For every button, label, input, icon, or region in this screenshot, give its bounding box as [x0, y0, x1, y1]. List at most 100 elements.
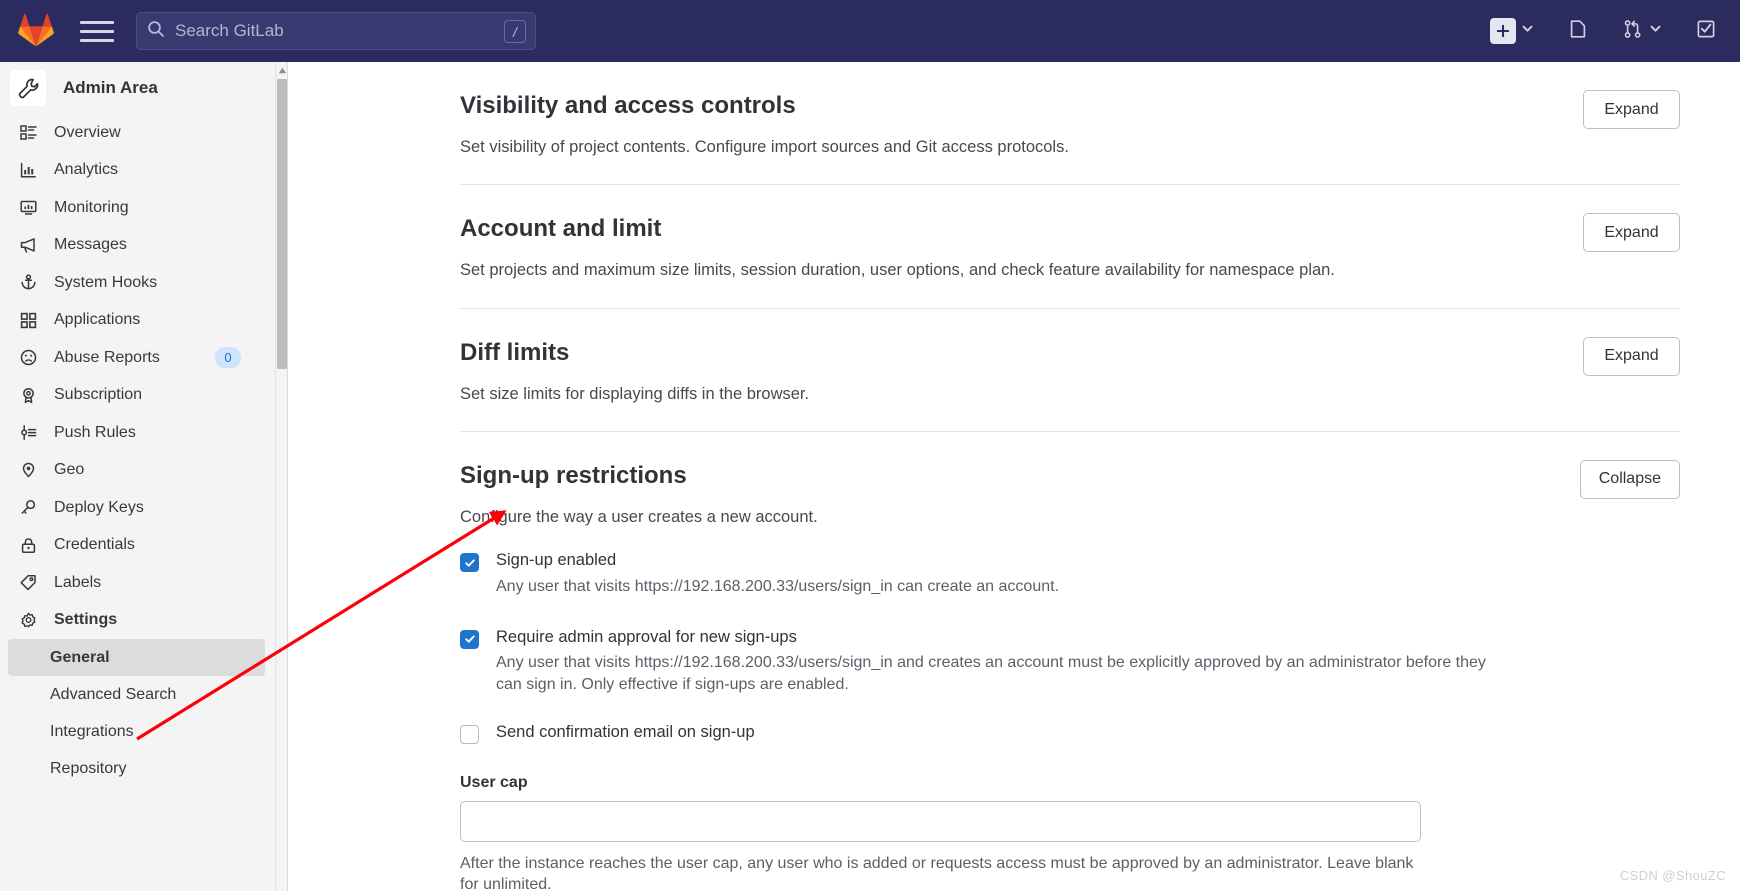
todo-check-icon: [1695, 18, 1717, 45]
subscription-icon: [18, 385, 38, 405]
sidebar-item-overview[interactable]: Overview: [0, 114, 275, 152]
sidebar-item-label: Labels: [54, 573, 102, 591]
sidebar-item-label: Settings: [54, 611, 118, 629]
chevron-down-icon: [1649, 22, 1662, 40]
sidebar-subitem-general[interactable]: General: [8, 639, 265, 676]
require-admin-approval-checkbox[interactable]: [460, 629, 479, 649]
top-navbar: /: [0, 0, 1740, 62]
merge-requests-button[interactable]: [1615, 11, 1669, 51]
expand-button-visibility[interactable]: Expand: [1583, 90, 1680, 129]
sidebar-item-label: Monitoring: [54, 198, 129, 216]
merge-request-icon: [1622, 18, 1644, 45]
section-title: Account and limit: [460, 215, 662, 243]
sidebar-item-label: Subscription: [54, 386, 143, 404]
sidebar-scrollbar-thumb[interactable]: [277, 79, 287, 369]
section-description: Set projects and maximum size limits, se…: [460, 261, 1335, 280]
push-rules-icon: [18, 423, 38, 443]
section-title: Sign-up restrictions: [460, 461, 687, 489]
scroll-up-arrow-icon[interactable]: [277, 64, 287, 76]
admin-sidebar: Admin Area Overview Analytics Monitoring…: [0, 62, 288, 891]
checkbox-help-text: Any user that visits https://192.168.200…: [496, 577, 1060, 595]
abuse-icon: [18, 348, 38, 368]
sidebar-item-abuse-reports[interactable]: Abuse Reports 0: [0, 339, 275, 377]
signup-enabled-checkbox[interactable]: [460, 553, 479, 573]
user-cap-label: User cap: [460, 773, 528, 791]
user-cap-input[interactable]: [460, 800, 1421, 842]
section-title: Visibility and access controls: [460, 92, 796, 119]
sidebar-subitem-repository[interactable]: Repository: [0, 750, 275, 787]
section-description: Configure the way a user creates a new a…: [460, 507, 818, 526]
section-description: Set size limits for displaying diffs in …: [460, 384, 810, 403]
sidebar-subitem-label: Integrations: [50, 722, 134, 740]
issues-icon: [1567, 18, 1589, 45]
section-title: Diff limits: [460, 338, 570, 366]
send-confirmation-email-checkbox[interactable]: [460, 724, 479, 744]
sidebar-item-settings[interactable]: Settings: [0, 602, 275, 640]
gitlab-logo-icon[interactable]: [18, 13, 54, 49]
navbar-actions: [1483, 0, 1724, 62]
sidebar-item-messages[interactable]: Messages: [0, 227, 275, 265]
sidebar-item-label: Applications: [54, 311, 141, 329]
expand-button-diff-limits[interactable]: Expand: [1583, 336, 1680, 376]
sidebar-item-label: Credentials: [54, 536, 135, 554]
sidebar-item-system-hooks[interactable]: System Hooks: [0, 264, 275, 302]
watermark: CSDN @ShouZC: [1619, 868, 1726, 883]
checkbox-label[interactable]: Require admin approval for new sign-ups: [496, 627, 1496, 648]
create-new-button[interactable]: [1483, 11, 1541, 51]
sidebar-subitem-label: General: [50, 648, 110, 666]
search-icon: [147, 20, 165, 43]
sidebar-item-credentials[interactable]: Credentials: [0, 527, 275, 565]
expand-button-account-limit[interactable]: Expand: [1583, 213, 1680, 253]
todos-button[interactable]: [1688, 11, 1724, 51]
sidebar-item-label: Analytics: [54, 161, 119, 179]
checkbox-row-signup-enabled: Sign-up enabled Any user that visits htt…: [460, 550, 1680, 598]
sidebar-subitem-advanced-search[interactable]: Advanced Search: [0, 676, 275, 713]
checkbox-row-send-confirmation-email: Send confirmation email on sign-up: [460, 722, 1680, 744]
section-account-and-limit: Account and limit Set projects and maxim…: [460, 185, 1680, 309]
sidebar-context-header[interactable]: Admin Area: [0, 62, 275, 114]
gear-icon: [18, 610, 38, 630]
megaphone-icon: [18, 235, 38, 255]
user-cap-help-text: After the instance reaches the user cap,…: [460, 854, 1414, 891]
section-visibility-and-access-controls: Visibility and access controls Set visib…: [460, 62, 1680, 186]
settings-main-content: Visibility and access controls Set visib…: [289, 62, 1740, 891]
collapse-button-signup[interactable]: Collapse: [1579, 459, 1680, 499]
sidebar-subitem-integrations[interactable]: Integrations: [0, 713, 275, 750]
sidebar-item-geo[interactable]: Geo: [0, 452, 275, 490]
wrench-icon: [10, 70, 46, 106]
chevron-down-icon: [1521, 22, 1534, 40]
checkbox-label[interactable]: Send confirmation email on sign-up: [496, 722, 755, 743]
sidebar-item-label: Messages: [54, 236, 127, 254]
abuse-reports-count-badge: 0: [215, 347, 241, 369]
checkbox-help-text: Any user that visits https://192.168.200…: [496, 654, 1486, 694]
sidebar-item-labels[interactable]: Labels: [0, 564, 275, 602]
search-input[interactable]: [173, 13, 525, 49]
hamburger-menu-icon[interactable]: [80, 16, 114, 46]
section-diff-limits: Diff limits Set size limits for displayi…: [460, 309, 1680, 432]
sidebar-item-label: Geo: [54, 461, 85, 479]
search-box[interactable]: /: [136, 12, 536, 50]
sidebar-item-label: Deploy Keys: [54, 498, 144, 516]
hook-icon: [18, 273, 38, 293]
sidebar-item-label: Abuse Reports: [54, 348, 160, 366]
sidebar-item-label: Overview: [54, 123, 121, 141]
plus-icon: [1490, 18, 1516, 44]
sidebar-item-deploy-keys[interactable]: Deploy Keys: [0, 489, 275, 527]
sidebar-item-analytics[interactable]: Analytics: [0, 152, 275, 190]
checkbox-label[interactable]: Sign-up enabled: [496, 550, 1059, 571]
sidebar-scroll-area: Admin Area Overview Analytics Monitoring…: [0, 62, 275, 891]
search-shortcut-badge: /: [504, 20, 526, 43]
sidebar-context-title: Admin Area: [63, 78, 158, 97]
analytics-icon: [18, 160, 38, 180]
monitor-icon: [18, 198, 38, 218]
sidebar-item-push-rules[interactable]: Push Rules: [0, 414, 275, 452]
sidebar-item-label: System Hooks: [54, 273, 158, 291]
sidebar-scrollbar[interactable]: [275, 62, 287, 891]
applications-icon: [18, 310, 38, 330]
sidebar-item-monitoring[interactable]: Monitoring: [0, 189, 275, 227]
section-description: Set visibility of project contents. Conf…: [460, 138, 1069, 156]
sidebar-item-subscription[interactable]: Subscription: [0, 377, 275, 415]
label-tag-icon: [18, 573, 38, 593]
sidebar-item-applications[interactable]: Applications: [0, 302, 275, 340]
issues-button[interactable]: [1560, 11, 1596, 51]
